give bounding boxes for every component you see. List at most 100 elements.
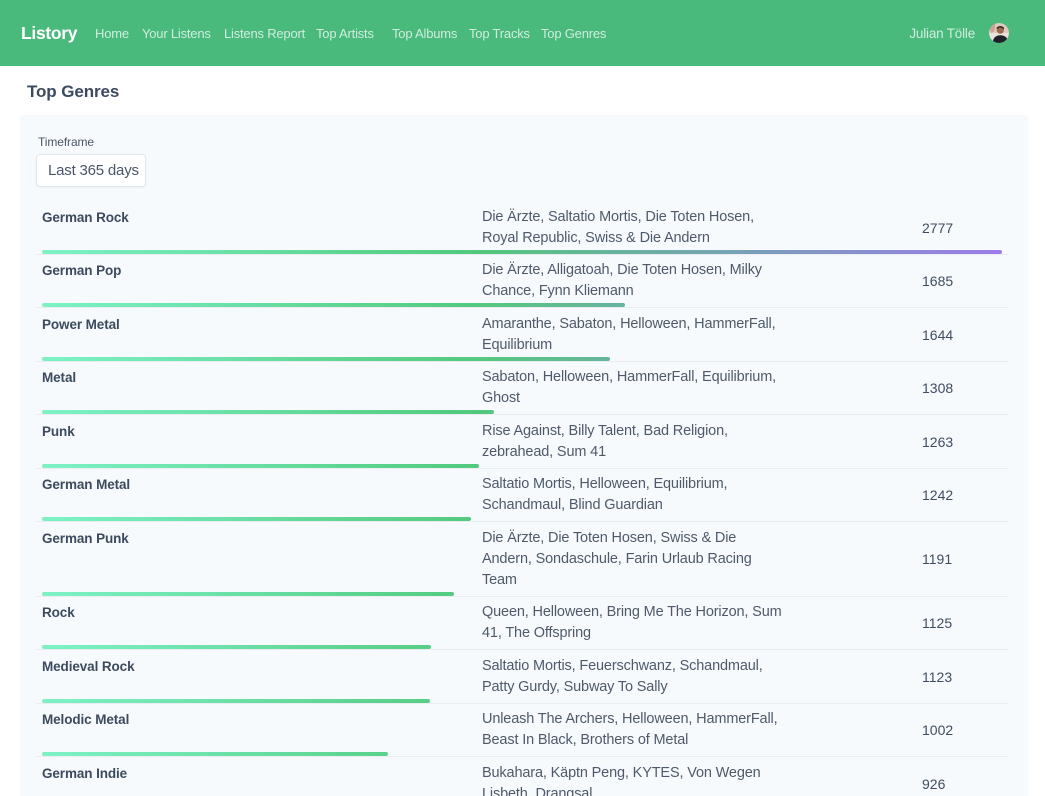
nav-item-home[interactable]: Home: [95, 0, 129, 66]
genre-artists: Saltatio Mortis, Feuerschwanz, Schandmau…: [482, 656, 782, 698]
genre-row: German Punk Die Ärzte, Die Toten Hosen, …: [36, 522, 1008, 597]
nav-item-listens-report[interactable]: Listens Report: [224, 0, 305, 66]
genre-name: Melodic Metal: [42, 709, 482, 730]
genre-count: 926: [922, 776, 1002, 792]
genre-bar: [42, 357, 610, 361]
genre-artists: Sabaton, Helloween, HammerFall, Equilibr…: [482, 367, 782, 409]
genre-artists-line: Beast In Black, Brothers of Metal: [482, 730, 782, 751]
genre-artists-line: Rise Against, Billy Talent, Bad Religion…: [482, 421, 782, 442]
genre-bar: [42, 645, 431, 649]
genre-row-grid: Metal Sabaton, Helloween, HammerFall, Eq…: [42, 367, 1002, 409]
genre-name: Punk: [42, 421, 482, 442]
genre-count: 1191: [922, 551, 1002, 567]
genre-count: 1644: [922, 327, 1002, 343]
nav-item-your-listens[interactable]: Your Listens: [142, 0, 211, 66]
genre-name: German Rock: [42, 207, 482, 228]
genre-bar-track: [42, 699, 1002, 703]
genre-bar: [42, 250, 1002, 254]
genre-row: Melodic Metal Unleash The Archers, Hello…: [36, 704, 1008, 758]
genre-artists: Rise Against, Billy Talent, Bad Religion…: [482, 421, 782, 463]
genre-count: 2777: [922, 220, 1002, 236]
genre-row: Metal Sabaton, Helloween, HammerFall, Eq…: [36, 362, 1008, 416]
genre-bar-track: [42, 464, 1002, 468]
genre-row: Power Metal Amaranthe, Sabaton, Hellowee…: [36, 308, 1008, 362]
genre-artists-line: zebrahead, Sum 41: [482, 442, 782, 463]
genre-artists-line: Die Ärzte, Alligatoah, Die Toten Hosen, …: [482, 260, 782, 281]
genre-artists-line: Equilibrium: [482, 335, 782, 356]
genre-artists-line: Die Ärzte, Die Toten Hosen, Swiss & Die: [482, 528, 782, 549]
genre-row-grid: German Pop Die Ärzte, Alligatoah, Die To…: [42, 260, 1002, 302]
page-title: Top Genres: [27, 79, 119, 104]
nav-item-top-artists[interactable]: Top Artists: [316, 0, 374, 66]
genre-count: 1125: [922, 615, 1002, 631]
genre-bar: [42, 410, 494, 414]
nav-item-top-albums[interactable]: Top Albums: [392, 0, 457, 66]
genre-artists-line: 41, The Offspring: [482, 623, 782, 644]
genre-bar: [42, 752, 388, 756]
genre-artists-line: Saltatio Mortis, Helloween, Equilibrium,: [482, 474, 782, 495]
genre-bar-track: [42, 645, 1002, 649]
genre-artists-line: Lisbeth, Drangsal: [482, 784, 782, 796]
app-logo[interactable]: Listory: [21, 0, 77, 66]
genre-row: German Rock Die Ärzte, Saltatio Mortis, …: [36, 201, 1008, 255]
genre-artists-line: Die Ärzte, Saltatio Mortis, Die Toten Ho…: [482, 207, 782, 228]
timeframe-select[interactable]: Last 365 days: [36, 154, 146, 187]
genre-name: German Punk: [42, 528, 482, 549]
genres-card: Timeframe Last 365 days German Rock Die …: [20, 115, 1028, 796]
genre-name: Medieval Rock: [42, 656, 482, 677]
genre-name: German Metal: [42, 474, 482, 495]
user-name: Julian Tölle: [909, 26, 975, 41]
user-avatar[interactable]: [989, 23, 1009, 43]
genre-artists-line: Sabaton, Helloween, HammerFall, Equilibr…: [482, 367, 782, 388]
genre-count: 1123: [922, 669, 1002, 685]
genre-name: Power Metal: [42, 314, 482, 335]
genre-count: 1263: [922, 434, 1002, 450]
genre-row-grid: Power Metal Amaranthe, Sabaton, Hellowee…: [42, 314, 1002, 356]
genre-artists: Amaranthe, Sabaton, Helloween, HammerFal…: [482, 314, 782, 356]
genre-bar-track: [42, 410, 1002, 414]
genre-artists: Bukahara, Käptn Peng, KYTES, Von WegenLi…: [482, 763, 782, 796]
nav-item-top-tracks[interactable]: Top Tracks: [469, 0, 530, 66]
genre-count: 1308: [922, 380, 1002, 396]
genre-bar: [42, 517, 471, 521]
genre-bar-track: [42, 517, 1002, 521]
navbar: Listory Home Your Listens Listens Report…: [0, 0, 1045, 66]
genre-row-grid: German Rock Die Ärzte, Saltatio Mortis, …: [42, 207, 1002, 249]
genre-name: Metal: [42, 367, 482, 388]
genre-artists-line: Royal Republic, Swiss & Die Andern: [482, 228, 782, 249]
genre-name: Rock: [42, 602, 482, 623]
nav-item-top-genres[interactable]: Top Genres: [541, 0, 606, 66]
genre-name: German Pop: [42, 260, 482, 281]
genre-count: 1242: [922, 487, 1002, 503]
genre-artists-line: Unleash The Archers, Helloween, HammerFa…: [482, 709, 782, 730]
genre-bar: [42, 464, 479, 468]
genre-row: German Pop Die Ärzte, Alligatoah, Die To…: [36, 255, 1008, 309]
genre-artists-line: Bukahara, Käptn Peng, KYTES, Von Wegen: [482, 763, 782, 784]
genre-row-grid: Punk Rise Against, Billy Talent, Bad Rel…: [42, 421, 1002, 463]
genre-bar-track: [42, 303, 1002, 307]
genre-artists-line: Ghost: [482, 388, 782, 409]
genre-row: Medieval Rock Saltatio Mortis, Feuerschw…: [36, 650, 1008, 704]
genre-row-grid: German Punk Die Ärzte, Die Toten Hosen, …: [42, 528, 1002, 591]
genre-bar: [42, 592, 454, 596]
genre-row: Punk Rise Against, Billy Talent, Bad Rel…: [36, 415, 1008, 469]
genre-count: 1002: [922, 722, 1002, 738]
genre-row-grid: German Metal Saltatio Mortis, Helloween,…: [42, 474, 1002, 516]
genre-artists: Die Ärzte, Alligatoah, Die Toten Hosen, …: [482, 260, 782, 302]
genre-row: Rock Queen, Helloween, Bring Me The Hori…: [36, 597, 1008, 651]
genre-row-grid: German Indie Bukahara, Käptn Peng, KYTES…: [42, 763, 1002, 796]
genre-bar: [42, 699, 430, 703]
genre-artists-line: Patty Gurdy, Subway To Sally: [482, 677, 782, 698]
genre-bar-track: [42, 357, 1002, 361]
genre-row-grid: Melodic Metal Unleash The Archers, Hello…: [42, 709, 1002, 751]
genre-artists: Die Ärzte, Die Toten Hosen, Swiss & DieA…: [482, 528, 782, 591]
genre-row-grid: Medieval Rock Saltatio Mortis, Feuerschw…: [42, 656, 1002, 698]
genre-bar-track: [42, 592, 1002, 596]
genre-artists: Unleash The Archers, Helloween, HammerFa…: [482, 709, 782, 751]
genre-row: German Indie Bukahara, Käptn Peng, KYTES…: [36, 757, 1008, 796]
genre-list: German Rock Die Ärzte, Saltatio Mortis, …: [36, 201, 1008, 796]
genre-count: 1685: [922, 273, 1002, 289]
genre-bar: [42, 303, 625, 307]
user-menu[interactable]: Julian Tölle: [909, 0, 1009, 66]
genre-artists-line: Andern, Sondaschule, Farin Urlaub Racing: [482, 549, 782, 570]
